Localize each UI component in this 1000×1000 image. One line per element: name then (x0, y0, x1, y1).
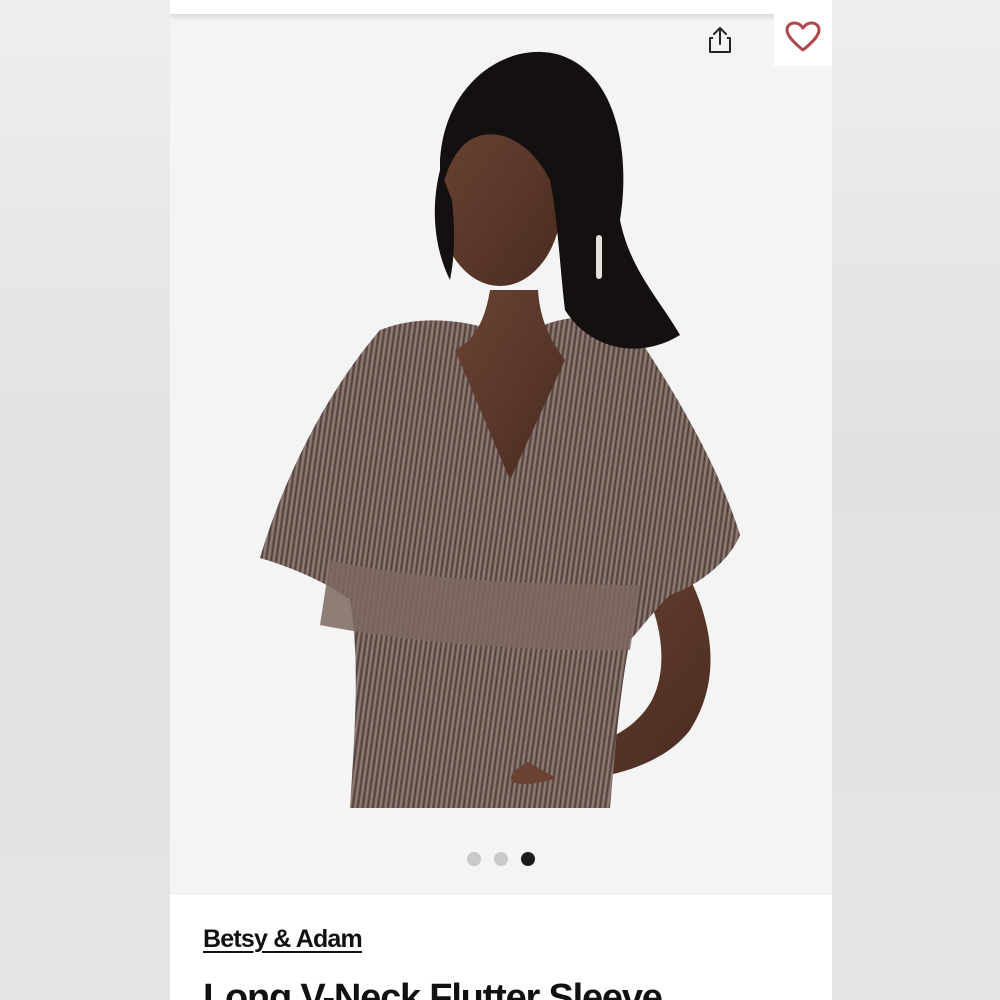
share-icon (709, 27, 731, 53)
backdrop-left (0, 0, 170, 1000)
product-title: Long V-Neck Flutter Sleeve (203, 977, 663, 1000)
carousel-dot-3[interactable] (521, 852, 535, 866)
product-image[interactable] (260, 40, 742, 808)
favorite-button[interactable] (774, 8, 832, 66)
product-page: Betsy & Adam Long V-Neck Flutter Sleeve (170, 0, 832, 1000)
carousel-indicator (170, 852, 832, 868)
backdrop-right (832, 0, 1000, 1000)
brand-link[interactable]: Betsy & Adam (203, 925, 363, 954)
product-info: Betsy & Adam Long V-Neck Flutter Sleeve (170, 895, 832, 1000)
top-bar (170, 0, 832, 14)
carousel-dot-1[interactable] (467, 852, 481, 866)
carousel-dot-2[interactable] (494, 852, 508, 866)
heart-icon (785, 21, 821, 52)
share-button[interactable] (704, 24, 736, 56)
